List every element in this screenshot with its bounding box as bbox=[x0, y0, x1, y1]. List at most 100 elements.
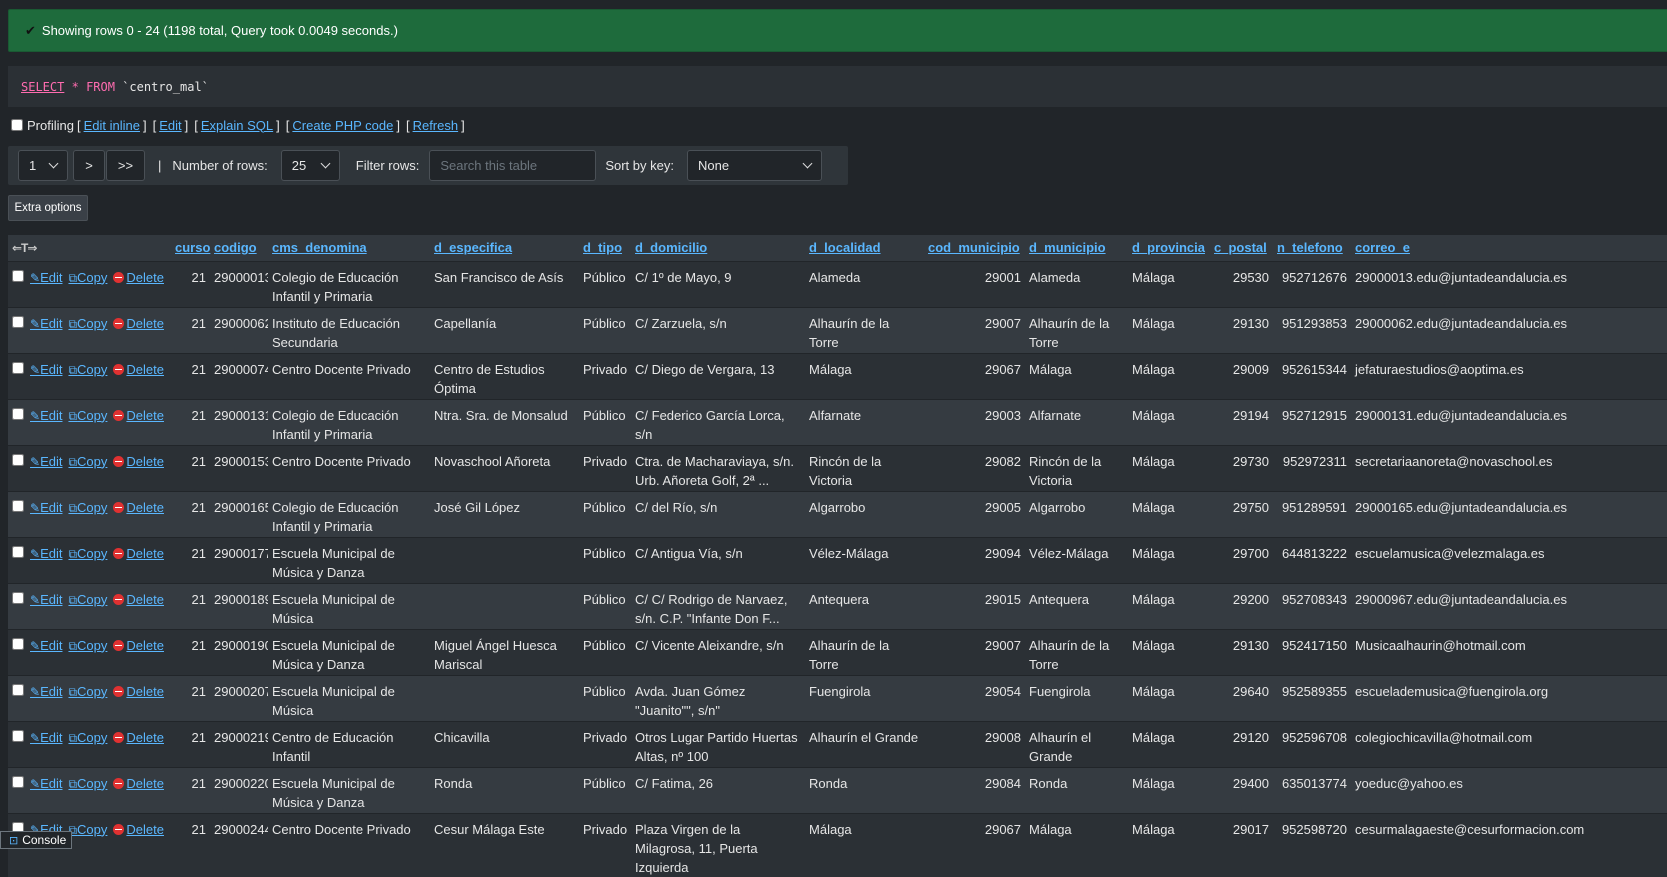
row-checkbox[interactable] bbox=[12, 499, 24, 512]
row-copy-link[interactable]: ⧉Copy bbox=[68, 408, 107, 423]
column-header-c-postal[interactable]: c_postal bbox=[1214, 240, 1267, 255]
column-header-cod-municipio[interactable]: cod_municipio bbox=[928, 240, 1020, 255]
row-edit-link[interactable]: ✎Edit bbox=[30, 408, 62, 423]
column-header-correo-e[interactable]: correo_e bbox=[1355, 240, 1410, 255]
row-checkbox[interactable] bbox=[12, 407, 24, 420]
sort-key-select[interactable]: None bbox=[686, 150, 822, 181]
rows-select[interactable]: 25 bbox=[280, 150, 340, 181]
row-copy-link[interactable]: ⧉Copy bbox=[68, 316, 107, 331]
row-edit-link[interactable]: ✎Edit bbox=[30, 362, 62, 377]
cell-cod-municipio: 29054 bbox=[924, 674, 1026, 721]
sort-key-value: None bbox=[697, 158, 730, 173]
row-copy-link[interactable]: ⧉Copy bbox=[68, 362, 107, 377]
refresh-link[interactable]: Refresh bbox=[413, 118, 459, 133]
row-delete-link[interactable]: Delete bbox=[113, 546, 164, 561]
filter-rows-input[interactable] bbox=[429, 150, 597, 181]
row-edit-link[interactable]: ✎Edit bbox=[30, 270, 62, 285]
sql-select-keyword[interactable]: SELECT bbox=[21, 80, 64, 94]
row-checkbox[interactable] bbox=[12, 591, 24, 604]
row-delete-link[interactable]: Delete bbox=[113, 684, 164, 699]
row-edit-link[interactable]: ✎Edit bbox=[30, 500, 62, 515]
column-header-d-localidad[interactable]: d_localidad bbox=[809, 240, 881, 255]
row-copy-link[interactable]: ⧉Copy bbox=[68, 638, 107, 653]
row-checkbox[interactable] bbox=[12, 269, 24, 282]
row-checkbox[interactable] bbox=[12, 315, 24, 328]
row-checkbox[interactable] bbox=[12, 545, 24, 558]
row-copy-link[interactable]: ⧉Copy bbox=[68, 776, 107, 791]
cell-d-provincia: Málaga bbox=[1128, 306, 1211, 353]
row-checkbox[interactable] bbox=[12, 729, 24, 742]
row-copy-link[interactable]: ⧉Copy bbox=[68, 454, 107, 469]
row-checkbox[interactable] bbox=[12, 683, 24, 696]
cell-d-domicilio: C/ C/ Rodrigo de Narvaez, s/n. C.P. "Inf… bbox=[631, 582, 806, 629]
row-checkbox[interactable] bbox=[12, 453, 24, 466]
column-arrows-icon[interactable]: ⇐T⇒ bbox=[12, 241, 37, 255]
row-edit-link[interactable]: ✎Edit bbox=[30, 454, 62, 469]
row-delete-link[interactable]: Delete bbox=[113, 730, 164, 745]
row-checkbox[interactable] bbox=[12, 637, 24, 650]
column-header-codigo[interactable]: codigo bbox=[214, 240, 257, 255]
row-actions: ✎Edit ⧉Copy Delete bbox=[26, 444, 172, 491]
profiling-checkbox[interactable] bbox=[11, 119, 23, 131]
row-edit-link[interactable]: ✎Edit bbox=[30, 776, 62, 791]
row-copy-link[interactable]: ⧉Copy bbox=[68, 270, 107, 285]
cell-codigo: 29000189 bbox=[210, 582, 269, 629]
row-copy-link[interactable]: ⧉Copy bbox=[68, 822, 107, 837]
console-toggle[interactable]: ⊡ Console bbox=[0, 831, 72, 849]
row-checkbox[interactable] bbox=[12, 361, 24, 374]
table-row: ✎Edit ⧉Copy Delete 21 29000207 Escuela Munici… bbox=[8, 674, 1667, 721]
row-delete-link[interactable]: Delete bbox=[113, 270, 164, 285]
sql-star: * bbox=[71, 79, 79, 94]
row-delete-link[interactable]: Delete bbox=[113, 822, 164, 837]
create-php-code-link[interactable]: Create PHP code bbox=[292, 118, 393, 133]
cell-d-especifica: Novaschool Añoreta bbox=[430, 444, 580, 491]
row-edit-link[interactable]: ✎Edit bbox=[30, 730, 62, 745]
row-checkbox[interactable] bbox=[12, 775, 24, 788]
row-edit-link[interactable]: ✎Edit bbox=[30, 592, 62, 607]
explain-sql-link[interactable]: Explain SQL bbox=[201, 118, 273, 133]
cell-cms-denomina: Escuela Municipal de Música y Danza bbox=[268, 536, 431, 583]
chevron-down-icon bbox=[48, 158, 59, 169]
row-delete-link[interactable]: Delete bbox=[113, 454, 164, 469]
cell-n-telefono: 952596708 bbox=[1273, 720, 1352, 767]
row-delete-link[interactable]: Delete bbox=[113, 408, 164, 423]
column-header-cms-denomina[interactable]: cms_denomina bbox=[272, 240, 367, 255]
cell-c-postal: 29730 bbox=[1210, 444, 1274, 491]
row-delete-link[interactable]: Delete bbox=[113, 500, 164, 515]
row-delete-link[interactable]: Delete bbox=[113, 592, 164, 607]
row-actions: ✎Edit ⧉Copy Delete bbox=[26, 674, 172, 721]
row-copy-link[interactable]: ⧉Copy bbox=[68, 592, 107, 607]
chevron-down-icon bbox=[320, 158, 331, 169]
column-header-d-municipio[interactable]: d_municipio bbox=[1029, 240, 1106, 255]
column-header-d-tipo[interactable]: d_tipo bbox=[583, 240, 622, 255]
row-delete-link[interactable]: Delete bbox=[113, 316, 164, 331]
cell-n-telefono: 952712676 bbox=[1273, 260, 1352, 307]
column-header-d-provincia[interactable]: d_provincia bbox=[1132, 240, 1205, 255]
cell-d-tipo: Público bbox=[579, 260, 632, 307]
cell-c-postal: 29400 bbox=[1210, 766, 1274, 813]
row-copy-link[interactable]: ⧉Copy bbox=[68, 546, 107, 561]
row-delete-link[interactable]: Delete bbox=[113, 776, 164, 791]
row-copy-link[interactable]: ⧉Copy bbox=[68, 730, 107, 745]
column-header-d-domicilio[interactable]: d_domicilio bbox=[635, 240, 707, 255]
row-delete-link[interactable]: Delete bbox=[113, 638, 164, 653]
last-page-button[interactable]: >> bbox=[106, 150, 145, 181]
row-edit-link[interactable]: ✎Edit bbox=[30, 546, 62, 561]
next-page-button[interactable]: > bbox=[73, 150, 105, 181]
edit-inline-link[interactable]: Edit inline bbox=[84, 118, 140, 133]
cell-d-municipio: Vélez-Málaga bbox=[1025, 536, 1129, 583]
column-header-n-telefono[interactable]: n_telefono bbox=[1277, 240, 1343, 255]
page-select[interactable]: 1 bbox=[18, 150, 68, 181]
column-header-curso[interactable]: curso bbox=[175, 240, 210, 255]
row-edit-link[interactable]: ✎Edit bbox=[30, 638, 62, 653]
row-copy-link[interactable]: ⧉Copy bbox=[68, 684, 107, 699]
extra-options-button[interactable]: Extra options bbox=[8, 195, 88, 221]
row-copy-link[interactable]: ⧉Copy bbox=[68, 500, 107, 515]
row-edit-link[interactable]: ✎Edit bbox=[30, 684, 62, 699]
row-edit-link[interactable]: ✎Edit bbox=[30, 316, 62, 331]
edit-link[interactable]: Edit bbox=[159, 118, 181, 133]
row-delete-link[interactable]: Delete bbox=[113, 362, 164, 377]
pencil-icon: ✎ bbox=[30, 408, 41, 423]
delete-icon bbox=[113, 777, 125, 789]
column-header-d-especifica[interactable]: d_especifica bbox=[434, 240, 512, 255]
